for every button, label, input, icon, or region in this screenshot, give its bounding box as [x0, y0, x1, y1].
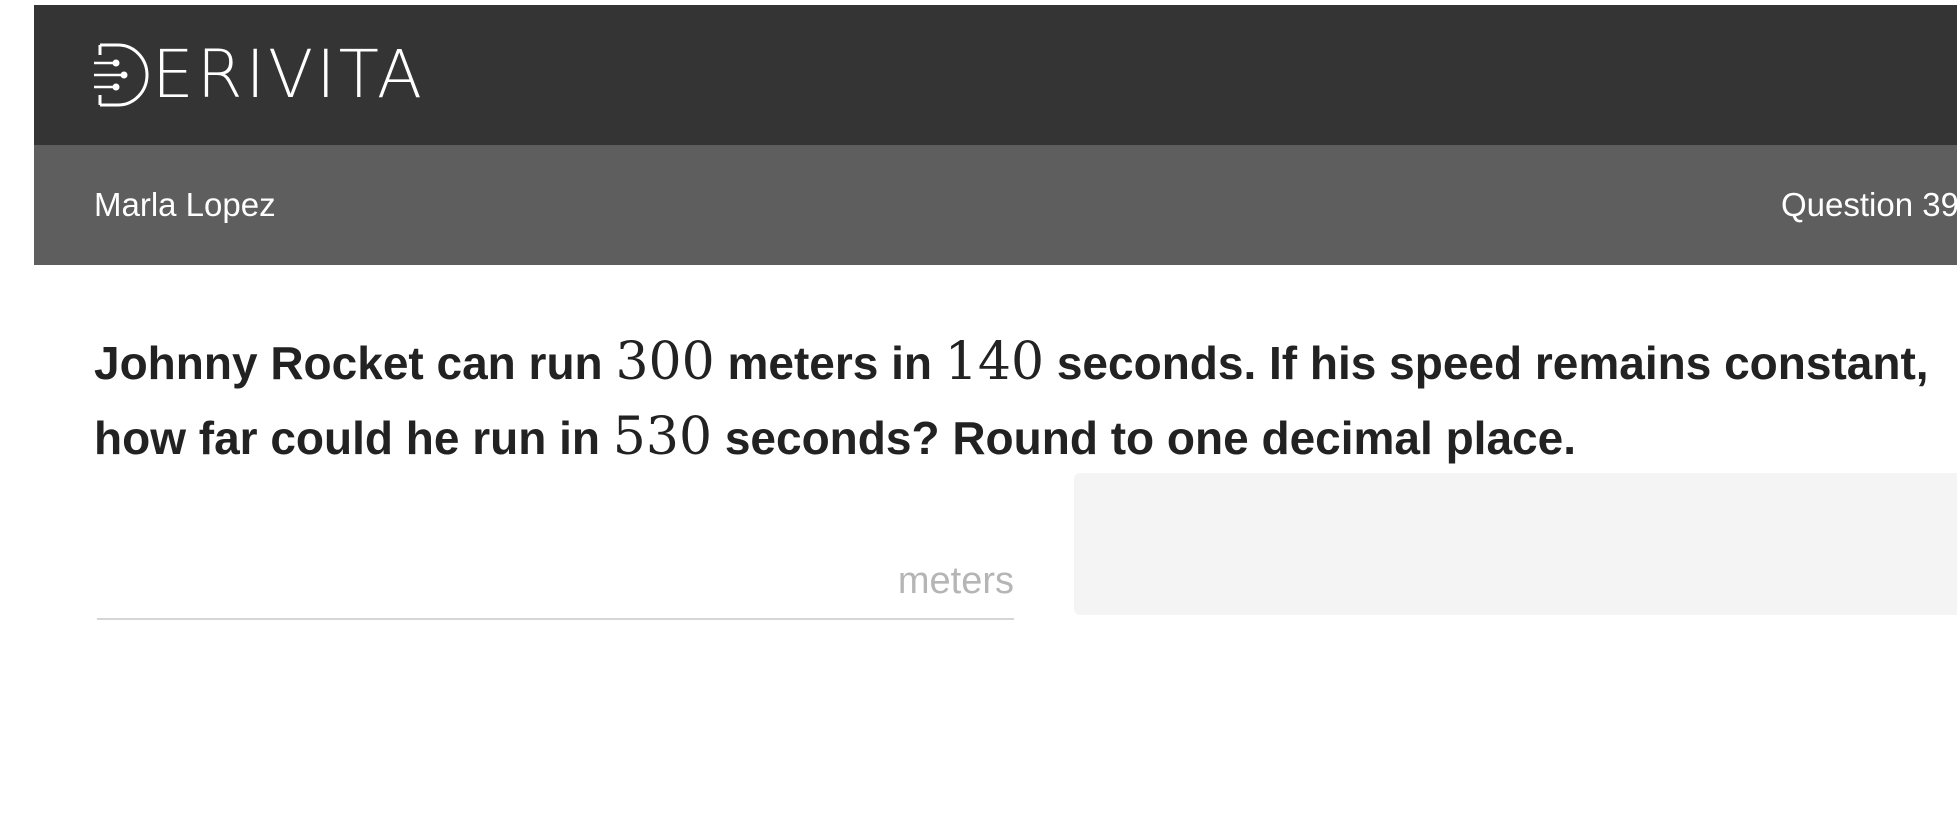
question-text-part: how far could he run in: [94, 412, 613, 464]
student-name: Marla Lopez: [94, 186, 276, 223]
math-number: 140: [944, 332, 1045, 392]
math-number: 300: [615, 332, 715, 392]
question-text-part: meters in: [714, 337, 945, 389]
question-text-part: seconds? Round to one decimal place.: [712, 412, 1576, 464]
answer-input[interactable]: [97, 548, 1014, 620]
question-text-part: Johnny Rocket can run: [94, 337, 616, 389]
logo-text: ERIVITA: [152, 36, 425, 113]
page: ERIVITA Marla Lopez Question 39 Johnny R…: [0, 0, 1957, 819]
question-text: Johnny Rocket can run 300 meters in 140 …: [94, 325, 1957, 475]
derivita-d-circuit-icon: [94, 43, 149, 107]
derivita-logo[interactable]: ERIVITA: [94, 36, 425, 113]
question-line-1: Johnny Rocket can run 300 meters in 140 …: [94, 325, 1957, 400]
feedback-panel: [1074, 473, 1957, 615]
math-number: 530: [612, 407, 713, 467]
question-text-part: seconds. If his speed remains constant,: [1044, 337, 1929, 389]
unit-label: meters: [897, 560, 1014, 602]
question-number: Question 39: [1781, 186, 1957, 223]
sub-header: Marla Lopez Question 39: [34, 145, 1957, 265]
question-line-2: how far could he run in 530 seconds? Rou…: [94, 400, 1957, 475]
top-header: ERIVITA: [34, 5, 1957, 145]
